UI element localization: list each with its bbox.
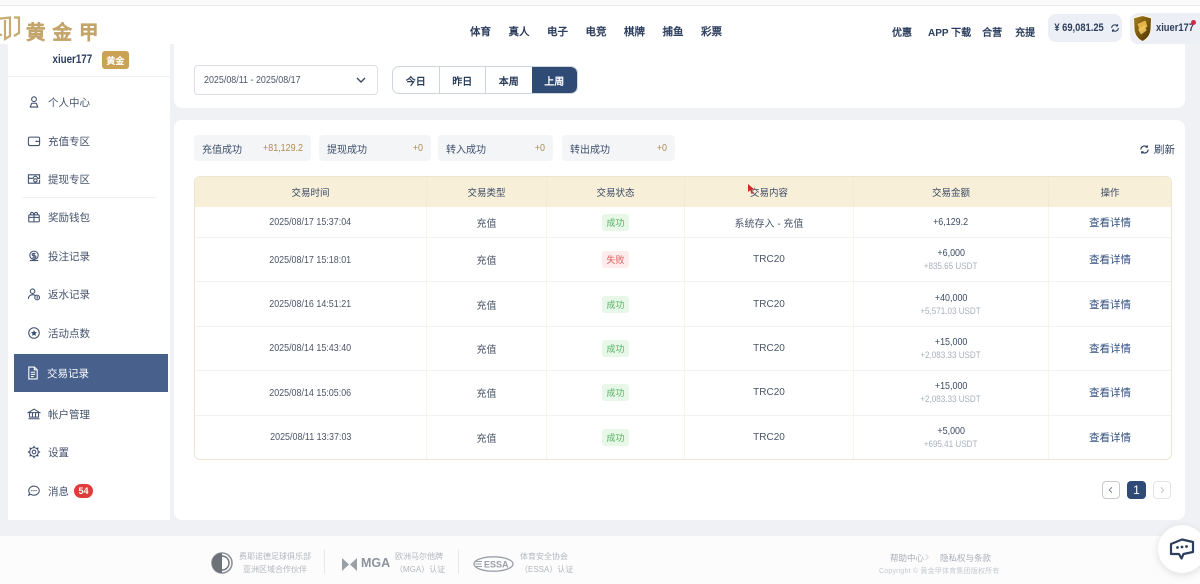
svg-text:ESSA: ESSA [484,560,509,570]
